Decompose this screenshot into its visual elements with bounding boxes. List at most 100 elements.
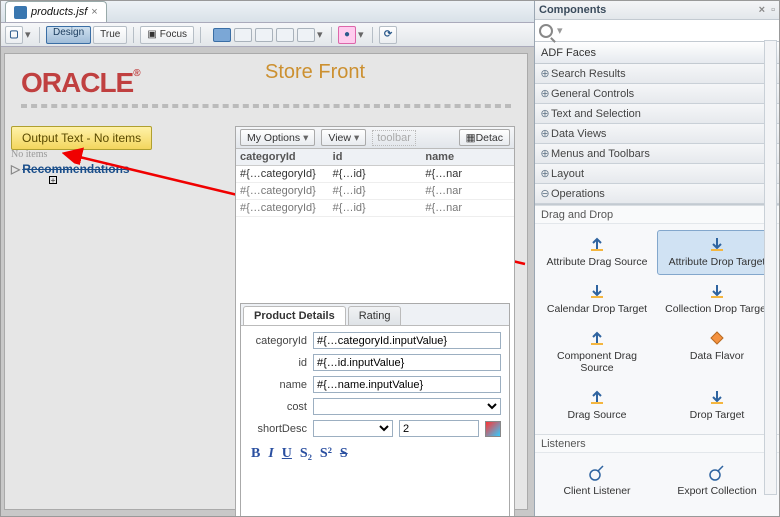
col-header[interactable]: name <box>421 149 514 165</box>
drop-target-label[interactable]: Output Text - No items <box>11 126 152 150</box>
comp-component-drag-source[interactable]: Component Drag Source <box>537 324 657 381</box>
close-tab-icon[interactable]: × <box>91 6 97 18</box>
device-phone-land-icon[interactable] <box>297 28 315 42</box>
comp-export-collection[interactable]: Export Collection <box>657 459 777 504</box>
field-label: cost <box>249 401 307 413</box>
table-row[interactable]: #{…categoryId}#{…id}#{…nar <box>236 200 514 217</box>
comp-attribute-drag-source[interactable]: Attribute Drag Source <box>537 230 657 275</box>
subscript-button[interactable]: S₂ <box>300 446 312 462</box>
expand-icon[interactable]: ▷ <box>11 162 20 176</box>
search-dropdown-icon[interactable]: ▾ <box>557 24 563 37</box>
device-phone-icon[interactable] <box>276 28 294 42</box>
superscript-button[interactable]: S² <box>320 446 332 462</box>
true-mode-button[interactable]: True <box>93 26 127 44</box>
recommendations-node[interactable]: ▷ Recommendations <box>11 162 130 176</box>
browser-icon[interactable]: ● <box>338 26 356 44</box>
group-listeners: Listeners <box>535 434 779 453</box>
comp-attribute-drop-target[interactable]: Attribute Drop Target <box>657 230 777 275</box>
drag-up-icon <box>588 329 606 347</box>
app-title: Store Front <box>265 62 365 82</box>
drop-down-icon <box>708 282 726 300</box>
product-table[interactable]: categoryId id name #{…categoryId}#{…id}#… <box>236 149 514 217</box>
tab-rating[interactable]: Rating <box>348 306 402 325</box>
table-row[interactable]: #{…categoryId}#{…id}#{…nar <box>236 166 514 183</box>
col-header[interactable]: id <box>329 149 422 165</box>
tab-product-details[interactable]: Product Details <box>243 306 346 325</box>
section-data-views[interactable]: ⊕Data Views <box>535 124 779 144</box>
tab-title: products.jsf <box>31 6 87 18</box>
panel-menu-icon[interactable]: × ▫ <box>759 4 775 16</box>
jsf-file-icon <box>14 6 27 19</box>
strike-button[interactable]: S <box>340 446 348 462</box>
comp-calendar-drop-target[interactable]: Calendar Drop Target <box>537 277 657 322</box>
device-tablet-icon[interactable] <box>234 28 252 42</box>
rich-text-toolbar: B I U S₂ S² S <box>249 442 501 466</box>
section-text-selection[interactable]: ⊕Text and Selection <box>535 104 779 124</box>
col-header[interactable]: categoryId <box>236 149 329 165</box>
shortdesc-spin[interactable] <box>399 420 479 437</box>
underline-button[interactable]: U <box>282 446 292 462</box>
comp-client-listener[interactable]: Client Listener <box>537 459 657 504</box>
section-operations[interactable]: ⊖Operations <box>535 184 779 204</box>
categoryid-input[interactable] <box>313 332 501 349</box>
dnd-palette: Attribute Drag Source Attribute Drop Tar… <box>535 224 779 434</box>
device-monitor-icon[interactable] <box>213 28 231 42</box>
drop-down-icon <box>708 235 726 253</box>
product-details-panel: Product Details Rating categoryId id nam… <box>240 303 510 517</box>
design-canvas[interactable]: ORACLE® Store Front Output Text - No ite… <box>4 53 528 510</box>
device-preview-group <box>213 28 315 42</box>
details-tabbar: Product Details Rating <box>241 304 509 326</box>
comp-drop-target[interactable]: Drop Target <box>657 383 777 428</box>
panel-title: Components <box>539 4 606 16</box>
color-picker-icon[interactable] <box>485 421 501 437</box>
design-canvas-viewport: ORACLE® Store Front Output Text - No ite… <box>1 47 534 516</box>
editor-toolbar: ▢ ▾ Design True ▣Focus ▾ ● ▾ ⟳ <box>1 23 534 47</box>
brand-logo: ORACLE® <box>21 69 140 97</box>
shortdesc-select[interactable] <box>313 420 393 437</box>
product-table-panel: My Options▾ View▾ toolbar ▦ Detac catego… <box>235 126 515 517</box>
bold-button[interactable]: B <box>251 446 260 462</box>
data-flavor-icon <box>708 329 726 347</box>
device-tablet-land-icon[interactable] <box>255 28 273 42</box>
field-label: name <box>249 379 307 391</box>
comp-collection-drop-target[interactable]: Collection Drop Target <box>657 277 777 322</box>
section-menus-toolbars[interactable]: ⊕Menus and Toolbars <box>535 144 779 164</box>
dropdown-icon[interactable]: ▾ <box>25 28 33 41</box>
table-toolbar: My Options▾ View▾ toolbar ▦ Detac <box>236 127 514 149</box>
field-label: shortDesc <box>249 423 307 435</box>
group-drag-and-drop: Drag and Drop <box>535 205 779 224</box>
focus-button[interactable]: ▣Focus <box>140 26 194 44</box>
comp-data-flavor[interactable]: Data Flavor <box>657 324 777 381</box>
detach-button[interactable]: ▦ Detac <box>459 129 510 146</box>
section-layout[interactable]: ⊕Layout <box>535 164 779 184</box>
refresh-button[interactable]: ⟳ <box>379 26 397 44</box>
file-tab[interactable]: products.jsf × <box>5 1 107 22</box>
dropdown-icon[interactable]: ▾ <box>358 28 366 41</box>
design-mode-button[interactable]: Design <box>46 26 91 44</box>
section-general-controls[interactable]: ⊕General Controls <box>535 84 779 104</box>
toolbar-placeholder: toolbar <box>372 130 416 146</box>
table-row[interactable]: #{…categoryId}#{…id}#{…nar <box>236 183 514 200</box>
view-menu[interactable]: View▾ <box>321 129 366 146</box>
dropdown-icon[interactable]: ▾ <box>317 28 325 41</box>
drop-insert-indicator: + <box>49 176 57 184</box>
comp-drag-source[interactable]: Drag Source <box>537 383 657 428</box>
palette-library-select[interactable]: ADF Faces▾ <box>535 42 779 64</box>
section-search-results[interactable]: ⊕Search Results <box>535 64 779 84</box>
panel-scrollbar[interactable] <box>764 40 777 495</box>
show-components-button[interactable]: ▢ <box>5 26 23 44</box>
search-icon <box>539 24 553 38</box>
drop-down-icon <box>708 388 726 406</box>
listener-icon <box>708 464 726 482</box>
field-label: categoryId <box>249 335 307 347</box>
drag-up-icon <box>588 235 606 253</box>
id-input[interactable] <box>313 354 501 371</box>
editor-tabbar: products.jsf × <box>1 1 534 23</box>
italic-button[interactable]: I <box>268 446 273 462</box>
drop-down-icon <box>588 282 606 300</box>
my-options-menu[interactable]: My Options▾ <box>240 129 315 146</box>
name-input[interactable] <box>313 376 501 393</box>
table-header: categoryId id name <box>236 149 514 166</box>
component-search[interactable]: ▾ <box>535 20 779 42</box>
cost-select[interactable] <box>313 398 501 415</box>
